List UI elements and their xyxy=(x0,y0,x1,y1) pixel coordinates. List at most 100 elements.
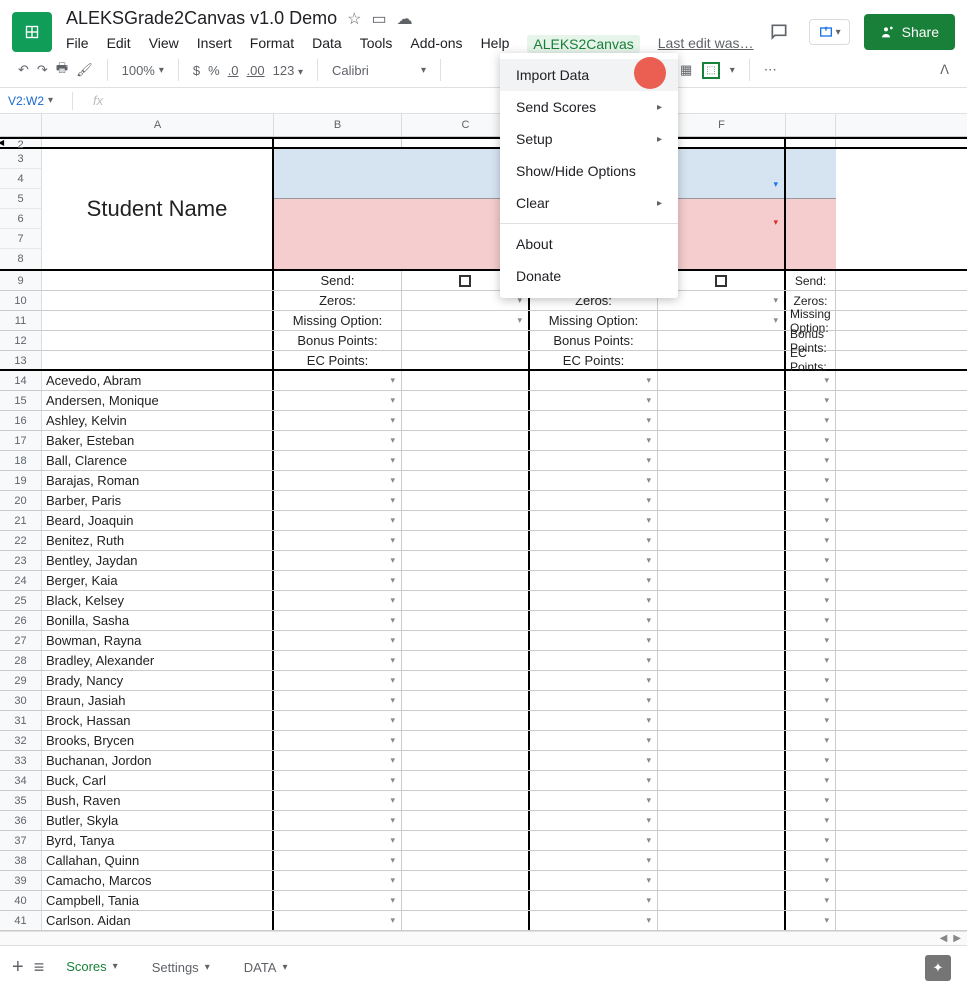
dropdown-caret-icon[interactable]: ▾ xyxy=(824,515,829,526)
dropdown-caret-icon[interactable]: ▾ xyxy=(824,635,829,646)
score-cell[interactable] xyxy=(402,851,530,870)
score-cell[interactable]: ▾ xyxy=(530,691,658,710)
horizontal-scrollbar[interactable]: ◀▶ xyxy=(0,931,967,945)
dropdown-caret-icon[interactable]: ▾ xyxy=(390,815,395,826)
dropdown-caret-icon[interactable]: ▾ xyxy=(646,395,651,406)
dropdown-setup[interactable]: Setup▸ xyxy=(500,123,678,155)
dropdown-caret-icon[interactable]: ▾ xyxy=(646,375,651,386)
score-cell[interactable] xyxy=(402,891,530,910)
dropdown-caret-icon[interactable]: ▾ xyxy=(646,655,651,666)
dropdown-caret-icon[interactable]: ▾ xyxy=(824,695,829,706)
score-cell[interactable]: ▾ xyxy=(786,671,836,690)
dropdown-caret-icon[interactable]: ▾ xyxy=(824,455,829,466)
score-cell[interactable]: ▾ xyxy=(274,811,402,830)
score-cell[interactable]: ▾ xyxy=(530,871,658,890)
value-cell[interactable] xyxy=(658,331,786,350)
score-cell[interactable] xyxy=(658,611,786,630)
row-header[interactable]: 6 xyxy=(0,209,41,229)
score-cell[interactable]: ▾ xyxy=(274,831,402,850)
row-header[interactable]: 31 xyxy=(0,711,42,730)
score-cell[interactable] xyxy=(402,411,530,430)
value-cell[interactable] xyxy=(402,331,530,350)
score-cell[interactable] xyxy=(402,591,530,610)
score-cell[interactable]: ▾ xyxy=(530,491,658,510)
score-cell[interactable]: ▾ xyxy=(530,431,658,450)
dropdown-caret-icon[interactable]: ▾ xyxy=(824,655,829,666)
student-name-cell[interactable]: Callahan, Quinn xyxy=(42,851,274,870)
more-formats-button[interactable]: 123 ▾ xyxy=(273,63,303,78)
dropdown-caret-icon[interactable]: ▾ xyxy=(390,755,395,766)
dropdown-caret-icon[interactable]: ▾ xyxy=(390,915,395,926)
tab-data[interactable]: DATA▾ xyxy=(232,954,300,981)
dropdown-caret-icon[interactable]: ▾ xyxy=(646,635,651,646)
score-cell[interactable] xyxy=(658,751,786,770)
score-cell[interactable] xyxy=(658,851,786,870)
dropdown-caret-icon[interactable]: ▾ xyxy=(824,755,829,766)
menu-view[interactable]: View xyxy=(149,35,179,53)
tab-settings[interactable]: Settings▾ xyxy=(140,954,222,981)
score-cell[interactable]: ▾ xyxy=(274,691,402,710)
row-header[interactable]: 36 xyxy=(0,811,42,830)
score-cell[interactable]: ▾ xyxy=(274,871,402,890)
row-header[interactable]: 10 xyxy=(0,291,42,310)
student-name-cell[interactable]: Benitez, Ruth xyxy=(42,531,274,550)
score-cell[interactable]: ▾ xyxy=(274,471,402,490)
row-header[interactable]: 26 xyxy=(0,611,42,630)
dropdown-caret-icon[interactable]: ▾ xyxy=(646,895,651,906)
score-cell[interactable]: ▾ xyxy=(786,391,836,410)
score-cell[interactable]: ▾ xyxy=(786,371,836,390)
dropdown-caret-icon[interactable]: ▾ xyxy=(773,217,778,228)
menu-help[interactable]: Help xyxy=(481,35,510,53)
score-cell[interactable]: ▾ xyxy=(274,431,402,450)
student-name-cell[interactable]: Ashley, Kelvin xyxy=(42,411,274,430)
score-cell[interactable]: ▾ xyxy=(274,891,402,910)
dropdown-caret-icon[interactable]: ▾ xyxy=(646,755,651,766)
share-button[interactable]: Share xyxy=(864,14,955,50)
score-cell[interactable]: ▾ xyxy=(786,871,836,890)
dropdown-caret-icon[interactable]: ▾ xyxy=(646,495,651,506)
row-header[interactable]: 19 xyxy=(0,471,42,490)
all-sheets-button[interactable]: ≡ xyxy=(34,957,45,978)
score-cell[interactable]: ▾ xyxy=(530,891,658,910)
hidden-row-indicator-icon[interactable]: ◀ xyxy=(0,137,4,149)
dropdown-caret-icon[interactable]: ▾ xyxy=(646,835,651,846)
checkbox-icon[interactable] xyxy=(459,275,471,287)
dropdown-caret-icon[interactable]: ▾ xyxy=(824,575,829,586)
menu-addons[interactable]: Add-ons xyxy=(410,35,462,53)
dropdown-caret-icon[interactable]: ▾ xyxy=(646,675,651,686)
score-cell[interactable] xyxy=(402,551,530,570)
student-name-cell[interactable]: Bentley, Jaydan xyxy=(42,551,274,570)
score-cell[interactable] xyxy=(658,491,786,510)
more-toolbar-icon[interactable]: ⋯ xyxy=(764,62,779,78)
dropdown-caret-icon[interactable]: ▾ xyxy=(390,635,395,646)
dropdown-caret-icon[interactable]: ▾ xyxy=(824,475,829,486)
score-cell[interactable]: ▾ xyxy=(530,771,658,790)
explore-button[interactable]: ✦ xyxy=(925,955,951,981)
menu-file[interactable]: File xyxy=(66,35,89,53)
score-cell[interactable]: ▾ xyxy=(274,711,402,730)
score-cell[interactable]: ▾ xyxy=(786,811,836,830)
dropdown-caret-icon[interactable]: ▾ xyxy=(390,895,395,906)
student-name-cell[interactable]: Brady, Nancy xyxy=(42,671,274,690)
spreadsheet-grid[interactable]: A B C E F 2◀ 3 4 5 6 7 8 Stude xyxy=(0,114,967,931)
student-name-cell[interactable]: Buchanan, Jordon xyxy=(42,751,274,770)
score-cell[interactable]: ▾ xyxy=(274,511,402,530)
name-box[interactable]: V2:W2▾ xyxy=(0,94,64,108)
score-cell[interactable] xyxy=(402,371,530,390)
score-cell[interactable] xyxy=(658,691,786,710)
row-header[interactable]: 30 xyxy=(0,691,42,710)
score-cell[interactable] xyxy=(402,771,530,790)
dropdown-caret-icon[interactable]: ▾ xyxy=(773,179,778,190)
score-cell[interactable] xyxy=(658,631,786,650)
dropdown-caret-icon[interactable]: ▾ xyxy=(824,795,829,806)
row-header[interactable]: 13 xyxy=(0,351,42,369)
score-cell[interactable]: ▾ xyxy=(274,651,402,670)
row-header[interactable]: 15 xyxy=(0,391,42,410)
dropdown-caret-icon[interactable]: ▾ xyxy=(390,775,395,786)
student-name-cell[interactable]: Ball, Clarence xyxy=(42,451,274,470)
row-header[interactable]: 33 xyxy=(0,751,42,770)
row-header[interactable]: 7 xyxy=(0,229,41,249)
score-cell[interactable]: ▾ xyxy=(530,831,658,850)
score-cell[interactable] xyxy=(402,611,530,630)
score-cell[interactable]: ▾ xyxy=(274,631,402,650)
